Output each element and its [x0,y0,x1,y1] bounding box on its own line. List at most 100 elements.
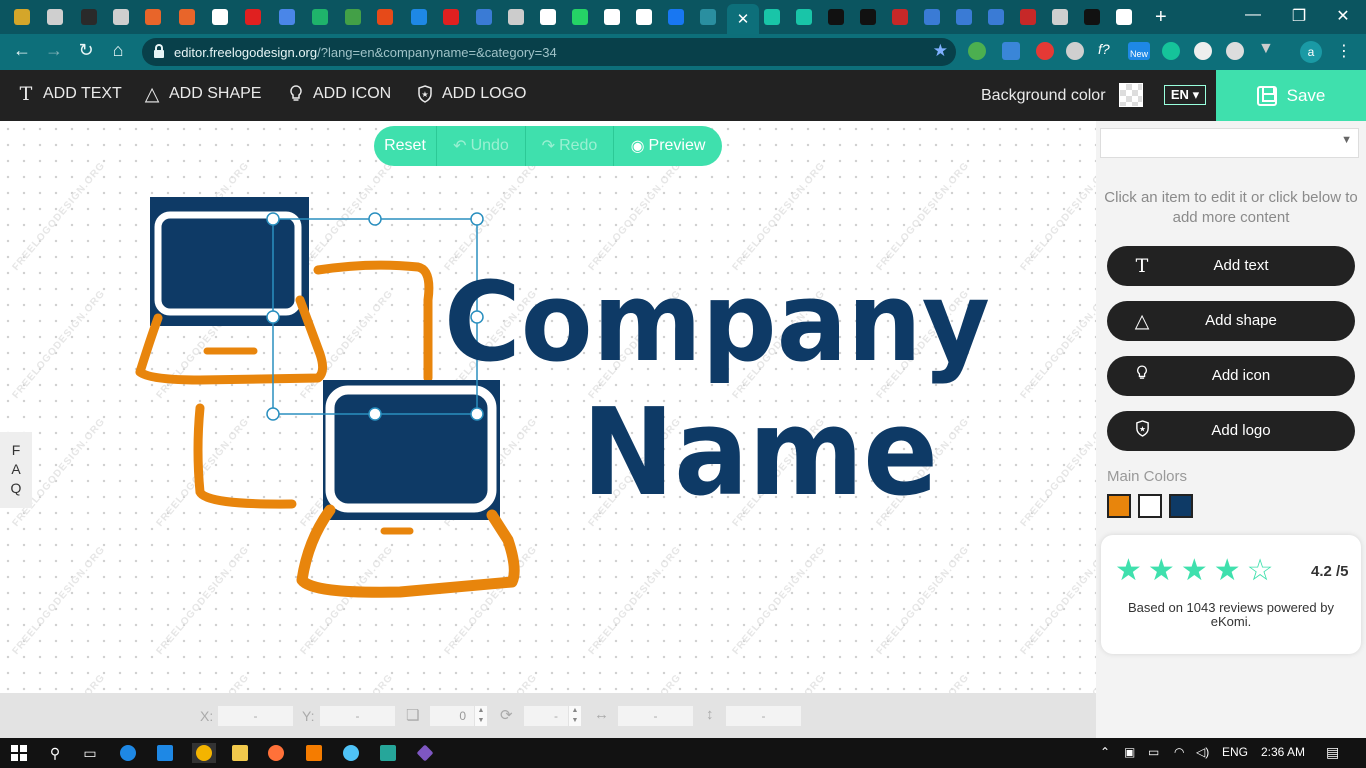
add-icon-button[interactable]: Add icon [1107,356,1355,396]
laptop-icon-top[interactable] [135,197,328,385]
browser-tab[interactable] [238,4,268,30]
company-name-line2[interactable]: Name [582,384,938,523]
new-tab-icon[interactable]: + [1155,6,1167,29]
search-icon[interactable]: ⚲ [45,743,65,763]
browser-tab[interactable] [1045,4,1075,30]
logo-artwork[interactable]: Company Name [0,121,1096,693]
notification-icon[interactable]: ▤ [1326,744,1339,761]
browser-tab[interactable] [981,4,1011,30]
rotation-input[interactable]: - [524,706,568,726]
reload-icon[interactable]: ↻ [73,40,99,61]
browser-tab[interactable] [106,4,136,30]
x-input[interactable]: - [218,706,293,726]
extension-download-icon[interactable] [1002,42,1020,60]
browser-tab[interactable] [821,4,851,30]
windows-start-icon[interactable] [9,743,29,763]
task-view-icon[interactable]: ▭ [80,743,100,763]
background-color-swatch[interactable] [1119,83,1143,107]
home-icon[interactable]: ⌂ [105,40,131,61]
faq-tab[interactable]: F A Q [0,432,32,508]
browser-tab[interactable] [172,4,202,30]
extension-moon-icon[interactable] [1226,42,1244,60]
language-select[interactable]: EN ▾ [1164,85,1206,105]
add-text-tool[interactable]: T ADD TEXT [16,83,122,105]
extension-v-icon[interactable]: ▼ [1258,40,1276,58]
y-input[interactable]: - [320,706,395,726]
clock[interactable]: 2:36 AM [1261,745,1305,759]
browser-tab[interactable] [138,4,168,30]
browser-tab[interactable] [40,4,70,30]
browser-tab[interactable] [629,4,659,30]
app-git-icon[interactable] [415,743,435,763]
browser-tab[interactable] [661,4,691,30]
app-orange-icon[interactable] [304,743,324,763]
layer-stepper[interactable]: ▲ ▼ [475,706,487,726]
browser-tab[interactable] [501,4,531,30]
chrome-icon[interactable] [192,743,216,763]
close-tab-icon[interactable]: ✕ [737,10,750,28]
height-input[interactable]: - [726,706,801,726]
browser-tab[interactable] [74,4,104,30]
add-logo-tool[interactable]: ★ ADD LOGO [415,84,526,104]
vscode-icon[interactable] [155,743,175,763]
browser-tab[interactable] [1013,4,1043,30]
add-shape-tool[interactable]: △ ADD SHAPE [142,84,262,105]
minimize-icon[interactable]: — [1230,6,1276,24]
extension-circle-icon[interactable] [1194,42,1212,60]
back-icon[interactable]: ← [9,40,35,61]
browser-tab[interactable] [370,4,400,30]
tray-app-icon[interactable]: ▣ [1124,745,1135,759]
firefox-icon[interactable] [266,743,286,763]
rotation-stepper[interactable]: ▲ ▼ [569,706,581,726]
layer-input[interactable]: 0 [430,706,474,726]
browser-tab[interactable] [404,4,434,30]
main-color-swatch[interactable] [1107,494,1131,518]
width-input[interactable]: - [618,706,693,726]
browser-tab[interactable] [272,4,302,30]
browser-tab[interactable] [757,4,787,30]
battery-icon[interactable]: ▭ [1148,745,1159,759]
browser-tab[interactable] [853,4,883,30]
browser-tab[interactable] [1109,4,1139,30]
company-name-line1[interactable]: Company [444,258,990,386]
browser-tab[interactable] [436,4,466,30]
close-window-icon[interactable]: ✕ [1320,6,1366,26]
profile-avatar[interactable]: a [1300,41,1322,63]
browser-tab[interactable] [789,4,819,30]
add-icon-tool[interactable]: ADD ICON [286,84,391,104]
bookmark-star-icon[interactable]: ★ [933,41,948,61]
extension-globe-icon[interactable] [968,42,986,60]
browser-tab[interactable] [469,4,499,30]
add-logo-button[interactable]: ★ Add logo [1107,411,1355,451]
save-button[interactable]: Save [1216,70,1366,121]
browser-tab[interactable] [565,4,595,30]
url-text[interactable]: editor.freelogodesign.org/?lang=en&compa… [174,45,557,60]
browser-menu-icon[interactable]: ⋮ [1336,41,1352,61]
browser-tab[interactable] [917,4,947,30]
input-language[interactable]: ENG [1222,745,1248,759]
browser-tab[interactable] [7,4,37,30]
extension-formula-icon[interactable]: f? [1098,41,1116,59]
main-color-swatch[interactable] [1138,494,1162,518]
element-select[interactable]: ▼ [1100,128,1359,158]
file-explorer-icon[interactable] [230,743,250,763]
design-canvas[interactable]: FREELOGODESIGN.ORG FREELOGODESIGN.ORG FREE… [0,121,1096,693]
maximize-icon[interactable]: ❐ [1276,6,1322,26]
browser-tab[interactable] [533,4,563,30]
browser-tab[interactable] [205,4,235,30]
tray-chevron-up-icon[interactable]: ⌃ [1100,745,1110,759]
browser-tab[interactable] [597,4,627,30]
extension-red-icon[interactable] [1036,42,1054,60]
volume-icon[interactable]: ◁) [1196,745,1209,759]
browser-tab[interactable] [305,4,335,30]
add-shape-button[interactable]: △ Add shape [1107,301,1355,341]
extension-gear-icon[interactable] [1066,42,1084,60]
app-blue-icon[interactable] [341,743,361,763]
browser-tab[interactable] [338,4,368,30]
add-text-button[interactable]: T Add text [1107,246,1355,286]
address-bar[interactable]: editor.freelogodesign.org/?lang=en&compa… [142,38,956,66]
forward-icon[interactable]: → [41,40,67,61]
wifi-icon[interactable]: ◠ [1174,745,1184,759]
extension-new-icon[interactable]: New [1128,42,1150,60]
app-teal-icon[interactable] [378,743,398,763]
